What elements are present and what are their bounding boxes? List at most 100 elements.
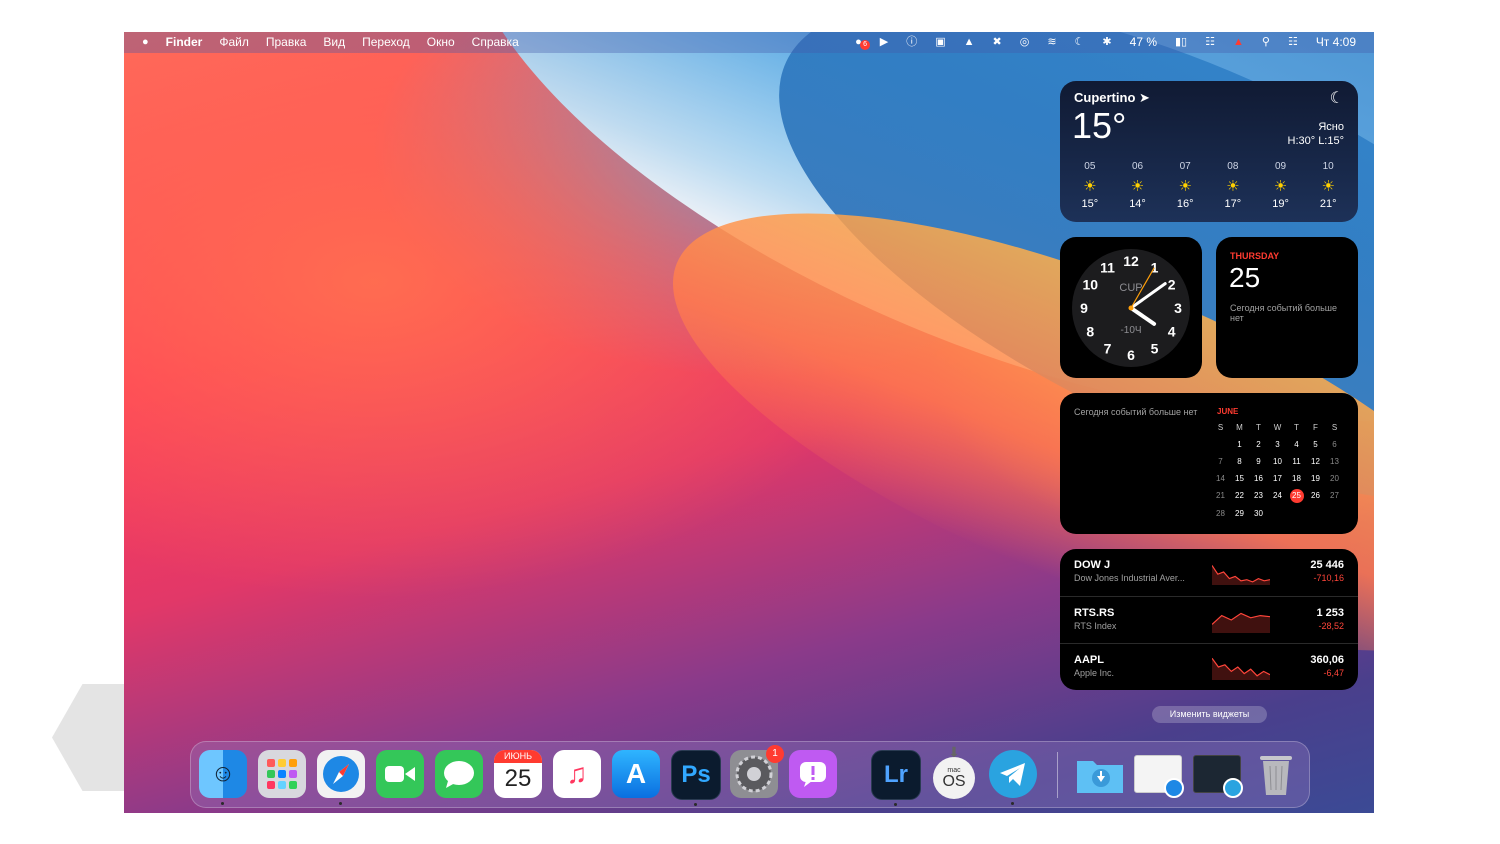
calendar-app-day: 25: [504, 765, 532, 792]
control-center-icon[interactable]: ☷: [1288, 35, 1298, 49]
stock-change: -28,52: [1318, 621, 1344, 631]
menu-app-name[interactable]: Finder: [166, 35, 203, 49]
macos-installer-icon[interactable]: mac OS ⬇: [930, 744, 978, 799]
stock-row[interactable]: AAPL Apple Inc. 360,06 -6,47: [1060, 643, 1358, 690]
finder-icon[interactable]: ☺: [199, 750, 247, 805]
menu-go[interactable]: Переход: [362, 35, 410, 49]
stock-symbol: AAPL: [1074, 654, 1104, 666]
safari-icon[interactable]: [317, 750, 365, 805]
search-icon[interactable]: ⚲: [1262, 35, 1270, 49]
app-store-icon[interactable]: A: [612, 750, 660, 798]
menu-bar: ● Finder Файл Правка Вид Переход Окно Сп…: [124, 32, 1374, 53]
weather-widget[interactable]: Cupertino ➤ ☾ 15° Ясно H:30° L:15° 05 ☀ 15…: [1060, 81, 1358, 222]
downloads-folder-icon[interactable]: [1075, 750, 1123, 798]
apple-menu-icon[interactable]: ●: [142, 35, 149, 49]
menu-help[interactable]: Справка: [472, 35, 519, 49]
feedback-assistant-icon[interactable]: [789, 750, 837, 798]
telegram-window-thumbnail[interactable]: [1193, 750, 1243, 798]
calendar-day: 13: [1330, 457, 1339, 466]
stock-sparkline: [1212, 657, 1270, 680]
stock-change: -6,47: [1323, 668, 1344, 678]
calendar-weekday: W: [1273, 423, 1282, 432]
volume-mute-icon[interactable]: ✖: [993, 35, 1002, 49]
stocks-widget[interactable]: DOW J Dow Jones Industrial Aver... 25 44…: [1060, 549, 1358, 690]
lightroom-icon[interactable]: Lr: [871, 750, 921, 806]
calendar-day: 18: [1292, 474, 1301, 483]
notification-app-icon[interactable]: ● 6: [855, 35, 871, 50]
calendar-app-icon[interactable]: ИЮНЬ 25: [494, 750, 542, 798]
calendar-weekday: S: [1217, 423, 1224, 432]
menu-window[interactable]: Окно: [427, 35, 455, 49]
stock-row[interactable]: RTS.RS RTS Index 1 253 -28,52: [1060, 596, 1358, 644]
battery-icon[interactable]: ▮▯: [1175, 35, 1187, 49]
display-icon[interactable]: ▣: [935, 35, 945, 49]
stock-name: Apple Inc.: [1074, 668, 1115, 678]
music-icon[interactable]: ♫: [553, 750, 601, 798]
wifi-icon[interactable]: ☷: [1205, 35, 1215, 49]
messages-icon[interactable]: [435, 750, 483, 798]
sparkline-area: [1212, 565, 1270, 585]
weather-hour: 08 ☀ 17°: [1209, 161, 1257, 210]
battery-percent[interactable]: 47 %: [1130, 35, 1157, 49]
notification-badge: 6: [860, 40, 871, 50]
clock-offset-label: -10Ч: [1120, 325, 1141, 336]
dock-separator: [1057, 752, 1058, 798]
photoshop-icon[interactable]: Ps: [671, 750, 721, 806]
clock-city-label: CUP: [1119, 282, 1142, 294]
calendar-day: 12: [1311, 457, 1320, 466]
stock-name: Dow Jones Industrial Aver...: [1074, 573, 1185, 583]
weather-hour: 10 ☀ 21°: [1304, 161, 1352, 210]
calendar-day: 30: [1254, 509, 1263, 518]
edit-widgets-button[interactable]: Изменить виджеты: [1152, 706, 1267, 723]
weather-city: Cupertino ➤: [1074, 90, 1150, 105]
system-preferences-icon[interactable]: 1: [730, 745, 784, 798]
macos-big-label: OS: [942, 772, 966, 790]
calendar-month: JUNE: [1217, 407, 1239, 416]
clock-numeral: 3: [1174, 300, 1182, 316]
calendar-day: 10: [1273, 457, 1282, 466]
clock-widget[interactable]: 12 1 2 3 4 5 6 7 8 9 10 11 CUP -10Ч: [1060, 237, 1202, 378]
clock-numeral: 9: [1080, 300, 1088, 316]
menu-edit[interactable]: Правка: [266, 35, 307, 49]
menu-clock[interactable]: Чт 4:09: [1316, 35, 1356, 49]
adobe-icon[interactable]: ▲: [1233, 35, 1244, 49]
calendar-weekday: M: [1236, 423, 1243, 432]
airplay-icon[interactable]: ▲: [964, 35, 975, 49]
clock-numeral: 12: [1123, 253, 1139, 269]
stock-symbol: RTS.RS: [1074, 607, 1115, 619]
calendar-day: 7: [1218, 457, 1223, 466]
calendar-day: 14: [1216, 474, 1225, 483]
calendar-widget[interactable]: Сегодня событий больше нет JUNE S M T W T F S 1…: [1060, 393, 1358, 534]
date-widget[interactable]: THURSDAY 25 Сегодня событий больше нет: [1216, 237, 1358, 378]
paper-plane-icon: [989, 750, 1037, 798]
facetime-icon[interactable]: [376, 750, 424, 798]
calendar-day: [1268, 508, 1287, 520]
media-play-icon[interactable]: ▶: [880, 35, 888, 49]
menu-file[interactable]: Файл: [219, 35, 249, 49]
exclamation-bubble-icon: [800, 762, 826, 787]
weather-hour: 07 ☀ 16°: [1161, 161, 1209, 210]
moon-icon[interactable]: ☾: [1075, 35, 1085, 49]
info-icon[interactable]: ⓘ: [906, 35, 917, 49]
trash-icon[interactable]: [1252, 750, 1300, 798]
date-message: Сегодня событий больше нет: [1230, 303, 1338, 323]
bluetooth-icon[interactable]: ✱: [1102, 35, 1111, 49]
calendar-day: 27: [1330, 491, 1339, 500]
weather-status-icon[interactable]: ≋: [1047, 35, 1056, 49]
safari-window-thumbnail[interactable]: [1134, 750, 1184, 798]
stock-row[interactable]: DOW J Dow Jones Industrial Aver... 25 44…: [1060, 549, 1358, 596]
telegram-icon[interactable]: [989, 750, 1037, 805]
calendar-weekday: T: [1294, 423, 1299, 432]
lightroom-label: Lr: [884, 761, 908, 788]
stock-sparkline: [1212, 565, 1270, 585]
desktop: ● Finder Файл Правка Вид Переход Окно Сп…: [124, 32, 1374, 813]
moon-icon: ☾: [1329, 90, 1344, 107]
menu-view[interactable]: Вид: [323, 35, 345, 49]
launchpad-icon[interactable]: [258, 750, 306, 798]
hour-time: 09: [1274, 161, 1287, 172]
calendar-weekday: S: [1331, 423, 1338, 432]
calendar-day: 22: [1235, 491, 1244, 500]
hour-time: 06: [1131, 161, 1144, 172]
airdrop-icon[interactable]: ◎: [1020, 35, 1030, 49]
weather-hourly: 05 ☀ 15° 06 ☀ 14° 07 ☀ 16° 08 ☀ 17° 09 ☀ 19° 10 ☀ 21…: [1066, 161, 1352, 210]
